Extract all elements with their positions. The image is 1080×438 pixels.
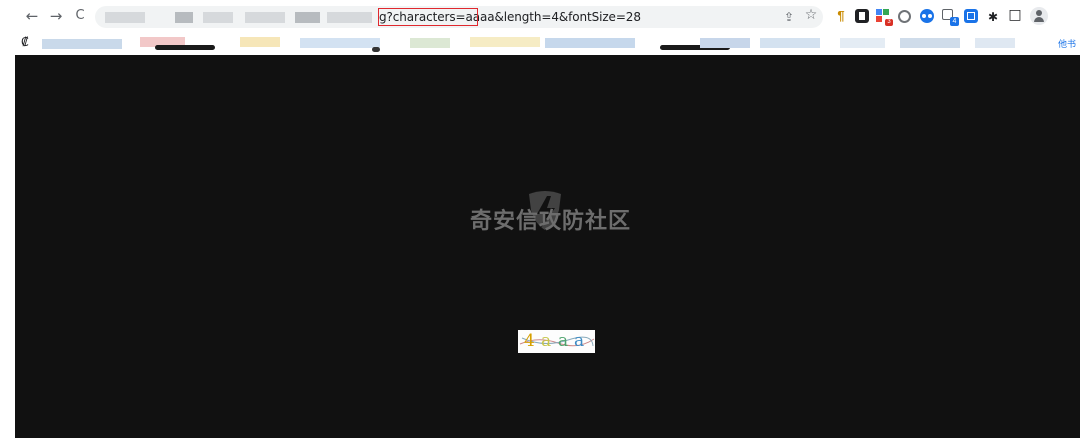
translate-ext-icon[interactable]: 4 (942, 9, 959, 26)
captcha-char: a (558, 331, 569, 351)
redacted-bookmark[interactable] (545, 38, 635, 48)
redacted-url-part (203, 12, 233, 23)
calc-ext-icon[interactable] (964, 9, 978, 23)
ext-badge: 4 (950, 17, 959, 26)
share-icon[interactable]: ⇪ (781, 10, 797, 24)
redacted-bookmark[interactable] (410, 38, 450, 48)
redacted-bookmark[interactable] (975, 38, 1015, 48)
captcha-char: a (541, 331, 552, 351)
redacted-url-part (175, 12, 193, 23)
browser-toolbar: ← → C g?characters=aaaa&length=4&fontSiz… (0, 0, 1080, 33)
glasses-ext-icon[interactable] (920, 9, 934, 23)
grid-ext-icon[interactable]: 3 (876, 9, 893, 26)
captcha-char: a (574, 331, 585, 351)
redacted-url-part (105, 12, 145, 23)
redacted-bookmark[interactable] (840, 38, 885, 48)
redacted-bookmark[interactable] (900, 38, 960, 48)
back-icon[interactable]: ← (23, 7, 41, 25)
redacted-bookmark[interactable] (470, 37, 540, 47)
redacted-bookmark[interactable] (155, 45, 215, 50)
redacted-bookmark[interactable] (700, 38, 750, 48)
page-viewport (15, 55, 1080, 438)
redacted-url-part (327, 12, 372, 23)
redacted-bookmark[interactable] (42, 39, 122, 49)
redacted-bookmark[interactable] (372, 47, 380, 52)
address-bar[interactable]: g?characters=aaaa&length=4&fontSize=28 (95, 6, 823, 28)
url-highlight-box (378, 8, 478, 26)
redacted-url-part (295, 12, 320, 23)
profile-avatar-icon[interactable] (1030, 7, 1048, 25)
watermark-text: 奇安信攻防社区 (470, 209, 632, 234)
star-icon[interactable]: ☆ (803, 8, 819, 22)
circle-ext-icon[interactable] (898, 10, 911, 23)
other-bookmarks-link[interactable]: 他书 (1058, 37, 1076, 50)
notion-ext-icon[interactable] (855, 9, 869, 23)
ext-badge: 3 (885, 19, 893, 26)
extensions-icon[interactable]: ✱ (985, 10, 1001, 24)
redacted-bookmark[interactable] (300, 38, 380, 48)
captcha-image[interactable]: 4 a a a (518, 330, 595, 353)
redacted-bookmark[interactable] (760, 38, 820, 48)
reload-icon[interactable]: C (71, 7, 89, 25)
pilcrow-ext-icon[interactable]: ¶ (834, 9, 848, 23)
bookmark-icon[interactable]: ₡ (21, 35, 29, 49)
captcha-char: 4 (524, 331, 535, 351)
redacted-bookmark[interactable] (240, 37, 280, 47)
side-panel-icon[interactable]: □ (1007, 8, 1023, 22)
bookmarks-bar: ₡ 他书 (0, 33, 1080, 55)
redacted-url-part (245, 12, 285, 23)
forward-icon[interactable]: → (47, 7, 65, 25)
